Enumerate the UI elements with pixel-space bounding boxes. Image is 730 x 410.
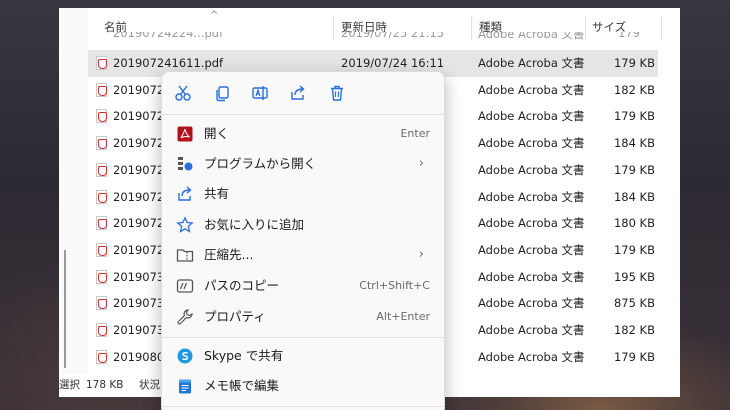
- open-with-icon: [178, 157, 193, 171]
- pdf-file-icon: [96, 216, 107, 231]
- pdf-file-icon: [96, 56, 107, 70]
- chevron-right-icon: ›: [418, 156, 424, 171]
- status-bar: 選択 178 KB 状況: [59, 374, 169, 396]
- file-type: Adobe Acroba 文書: [478, 269, 585, 284]
- copy-icon[interactable]: [213, 84, 231, 102]
- pdf-file-icon: [96, 136, 107, 151]
- pdf-file-icon: [96, 323, 107, 337]
- menu-item-open-with[interactable]: プログラムから開く ›: [166, 150, 440, 178]
- file-type: Adobe Acroba 文書: [478, 323, 585, 337]
- file-size: 182 KB: [613, 82, 655, 97]
- menu-item-copy-path[interactable]: パスのコピー Ctrl+Shift+C: [166, 272, 440, 300]
- pdf-file-icon: [96, 82, 107, 97]
- menu-item-shortcut: Enter: [400, 127, 430, 140]
- menu-item-label: プロパティ: [204, 309, 266, 324]
- menu-item-label: お気に入りに追加: [204, 217, 305, 232]
- file-size: 180 KB: [613, 216, 655, 231]
- context-menu: 開く Enter プログラムから開く › 共有 お気に入りに追加 圧縮先... …: [161, 71, 445, 410]
- file-size: 179 KB: [613, 109, 655, 124]
- sort-ascending-icon: ^: [210, 10, 219, 21]
- menu-separator: [162, 337, 444, 338]
- zip-folder-icon: [176, 249, 194, 262]
- copy-path-icon: [176, 279, 194, 293]
- file-date: 2019/07/25 21:15: [341, 32, 445, 40]
- menu-item-skype-share[interactable]: Skype で共有: [166, 342, 440, 370]
- file-size: 184 KB: [613, 189, 655, 204]
- menu-item-edit-notepad[interactable]: メモ帳で編集: [166, 372, 440, 400]
- file-size: 179 KB: [618, 32, 640, 42]
- status-state: 状況: [139, 379, 160, 391]
- notepad-icon: [179, 379, 191, 394]
- file-size: 179 KB: [613, 349, 655, 364]
- file-type: Adobe Acroba 文書: [478, 32, 585, 41]
- menu-item-shortcut: Alt+Enter: [376, 310, 430, 323]
- file-size: 179 KB: [613, 162, 655, 177]
- menu-item-label: 開く: [204, 126, 230, 141]
- status-size: 178 KB: [86, 379, 124, 391]
- cut-icon[interactable]: [174, 84, 192, 102]
- file-size: 182 KB: [613, 323, 655, 337]
- file-type: Adobe Acroba 文書: [478, 349, 585, 364]
- menu-item-open[interactable]: 開く Enter: [166, 120, 440, 148]
- menu-item-label: パスのコピー: [204, 278, 280, 293]
- navigation-scrollbar[interactable]: [64, 250, 66, 368]
- file-size: 195 KB: [613, 269, 655, 284]
- pdf-file-icon: [96, 242, 107, 257]
- file-size: 179 KB: [613, 56, 655, 70]
- file-type: Adobe Acroba 文書: [478, 296, 585, 311]
- file-type: Adobe Acroba 文書: [478, 216, 585, 231]
- menu-item-share[interactable]: 共有: [166, 180, 440, 208]
- menu-separator: [162, 114, 444, 115]
- wrench-icon: [177, 309, 193, 325]
- file-size: 184 KB: [613, 136, 655, 151]
- file-type: Adobe Acroba 文書: [478, 109, 585, 124]
- share-icon[interactable]: [289, 84, 307, 102]
- file-type: Adobe Acroba 文書: [478, 242, 585, 257]
- file-type: Adobe Acroba 文書: [478, 56, 585, 70]
- pdf-file-icon: [96, 162, 107, 177]
- pdf-file-icon: [96, 349, 107, 364]
- table-row-partial[interactable]: 20190724224...pdf 2019/07/25 21:15 Adobe…: [88, 32, 658, 42]
- menu-item-compress[interactable]: 圧縮先... ›: [166, 241, 440, 269]
- star-icon: [176, 216, 194, 233]
- menu-item-label: メモ帳で編集: [204, 378, 280, 393]
- column-divider[interactable]: [661, 16, 662, 40]
- file-name: 20190724224...pdf: [113, 32, 224, 40]
- file-type: Adobe Acroba 文書: [478, 162, 585, 177]
- menu-item-add-favorite[interactable]: お気に入りに追加: [166, 211, 440, 239]
- menu-item-properties[interactable]: プロパティ Alt+Enter: [166, 303, 440, 331]
- pdf-file-icon: [96, 269, 107, 284]
- context-menu-quick-actions: [162, 72, 444, 114]
- pdf-file-icon: [96, 109, 107, 124]
- share-icon: [178, 186, 192, 201]
- pdf-file-icon: [96, 296, 107, 311]
- file-size: 179 KB: [613, 242, 655, 257]
- file-size: 875 KB: [613, 296, 655, 311]
- menu-item-label: 圧縮先...: [204, 247, 254, 262]
- chevron-right-icon: ›: [418, 247, 424, 262]
- file-type: Adobe Acroba 文書: [478, 82, 585, 97]
- file-type: Adobe Acroba 文書: [478, 189, 585, 204]
- rename-icon[interactable]: [251, 84, 269, 102]
- menu-item-label: Skype で共有: [204, 348, 284, 363]
- menu-item-shortcut: Ctrl+Shift+C: [359, 279, 430, 292]
- pdf-file-icon: [96, 189, 107, 204]
- skype-icon: [177, 348, 193, 364]
- status-selection: 選択: [59, 379, 80, 391]
- delete-icon[interactable]: [328, 84, 346, 102]
- file-type: Adobe Acroba 文書: [478, 136, 585, 151]
- menu-item-label: プログラムから開く: [204, 156, 317, 171]
- menu-separator: [162, 406, 444, 407]
- menu-item-label: 共有: [204, 186, 230, 201]
- acrobat-icon: [177, 126, 193, 142]
